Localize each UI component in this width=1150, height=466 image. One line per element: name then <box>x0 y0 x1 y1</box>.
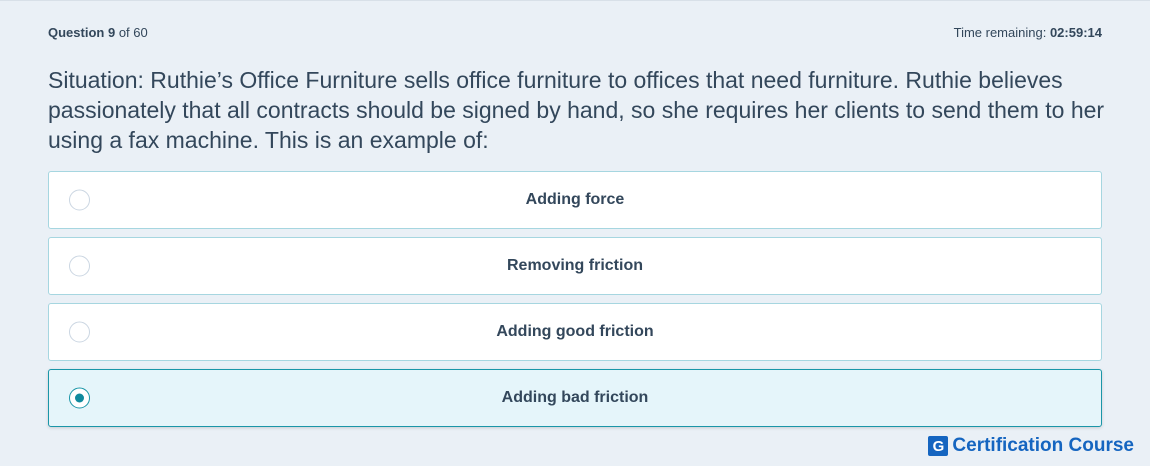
radio-button[interactable] <box>69 189 90 211</box>
answer-option[interactable]: Adding force <box>48 171 1102 229</box>
time-value: 02:59:14 <box>1049 25 1102 40</box>
brand-logo: G Certification Course <box>928 435 1134 457</box>
answer-label: Removing friction <box>506 257 643 274</box>
quiz-header: Question 9 of 60 Time remaining: 02:59:1… <box>48 25 1102 40</box>
question-total: of 60 <box>118 25 148 40</box>
radio-button[interactable] <box>69 387 90 409</box>
radio-button[interactable] <box>69 255 90 277</box>
question-number: 9 <box>107 25 116 40</box>
answer-option[interactable]: Adding bad friction <box>48 369 1102 427</box>
answer-option[interactable]: Adding good friction <box>48 303 1102 361</box>
brand-name: Certification Course <box>952 435 1134 456</box>
brand-g-icon: G <box>928 436 949 456</box>
time-remaining: Time remaining: 02:59:14 <box>954 25 1102 40</box>
question-label: Question <box>48 25 105 40</box>
time-label: Time remaining: <box>953 25 1047 40</box>
answer-label: Adding good friction <box>496 323 654 340</box>
radio-button[interactable] <box>69 321 90 343</box>
question-text: Situation: Ruthie’s Office Furniture sel… <box>48 67 1105 153</box>
answer-label: Adding force <box>525 191 625 208</box>
answer-label: Adding bad friction <box>501 389 649 406</box>
answer-option[interactable]: Removing friction <box>48 237 1102 295</box>
question-counter: Question 9 of 60 <box>48 25 148 40</box>
answer-options: Adding force Removing friction Adding go… <box>48 171 1102 435</box>
